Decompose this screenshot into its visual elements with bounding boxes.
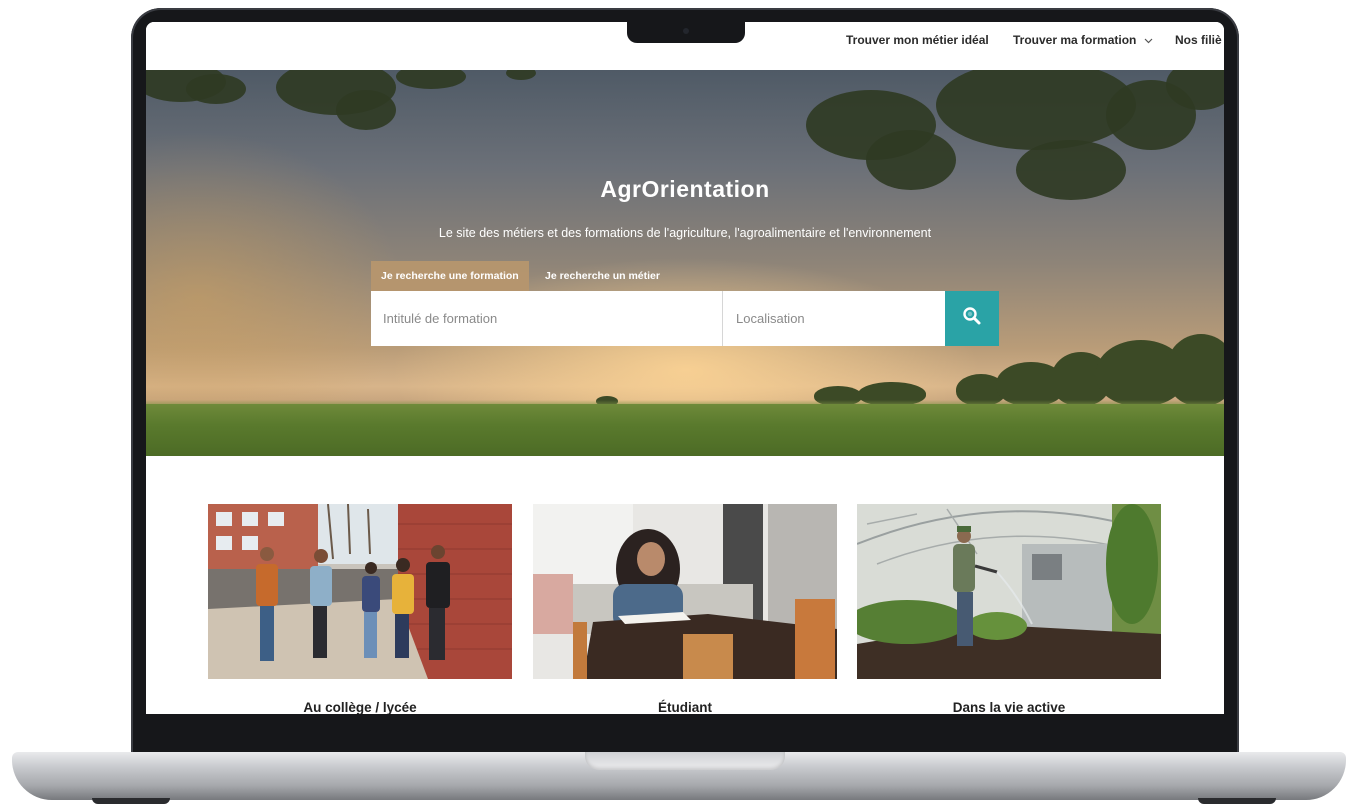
hero-banner: AgrOrientation Le site des métiers et de… <box>146 70 1224 456</box>
nav-item-formation[interactable]: Trouver ma formation <box>1013 33 1153 47</box>
card-label: Étudiant <box>658 700 712 714</box>
nav-item-label: Trouver mon métier idéal <box>846 33 989 47</box>
browser-screen: Trouver mon métier idéal Trouver ma form… <box>146 22 1224 714</box>
location-input[interactable] <box>724 291 945 346</box>
camera-icon <box>683 28 689 34</box>
laptop-foot <box>92 798 170 804</box>
students-walking-photo <box>208 504 512 679</box>
chevron-down-icon <box>1144 35 1153 47</box>
nav-item-label: Nos filiè <box>1175 33 1222 47</box>
green-field <box>146 404 1224 456</box>
site-title: AgrOrientation <box>600 176 770 202</box>
sunlight-glow <box>146 130 406 410</box>
nav-item-metier-ideal[interactable]: Trouver mon métier idéal <box>846 33 989 47</box>
tab-recherche-formation[interactable]: Je recherche une formation <box>371 261 529 291</box>
card-label: Dans la vie active <box>952 700 1066 714</box>
tab-label: Je recherche un métier <box>545 270 660 282</box>
greenhouse-worker-photo <box>857 504 1161 679</box>
site-tagline: Le site des métiers et des formations de… <box>438 226 932 240</box>
student-studying-photo <box>533 504 837 679</box>
nav-item-label: Trouver ma formation <box>1013 33 1137 47</box>
camera-notch <box>627 22 745 43</box>
laptop-foot <box>1198 798 1276 804</box>
laptop-opening-notch <box>585 752 785 770</box>
nav-item-filieres[interactable]: Nos filiè <box>1175 33 1222 47</box>
search-button[interactable] <box>945 291 999 346</box>
search-icon <box>962 306 982 331</box>
card-label: Au collège / lycée <box>303 700 417 714</box>
tab-label: Je recherche une formation <box>381 270 519 282</box>
search-form <box>371 291 999 346</box>
tab-recherche-metier[interactable]: Je recherche un métier <box>535 261 670 291</box>
formation-search-input[interactable] <box>371 291 723 346</box>
